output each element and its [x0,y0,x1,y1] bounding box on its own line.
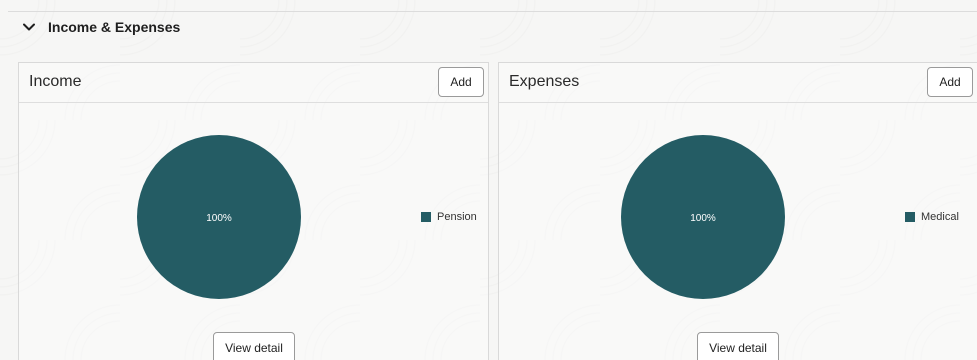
medical-legend-label: Medical [921,211,959,223]
income-view-detail-button[interactable]: View detail [213,332,295,360]
income-expenses-page: Income & Expenses Income Add 100% Pensio… [0,0,977,360]
section-title: Income & Expenses [48,19,181,35]
add-income-button[interactable]: Add [438,67,484,97]
income-legend-item: Pension [421,211,477,223]
income-panel: Income Add 100% Pension View detail [18,62,489,360]
medical-legend-swatch [905,212,915,222]
expenses-view-detail-button[interactable]: View detail [697,332,779,360]
income-pie-chart: 100% [137,135,301,299]
income-expenses-section-toggle[interactable]: Income & Expenses [22,16,180,38]
income-pie-slice-label: 100% [206,213,232,224]
section-divider [8,11,977,12]
income-title: Income [29,73,82,90]
expenses-panel-header: Expenses Add [499,63,977,103]
income-panel-header: Income Add [19,63,488,103]
pension-legend-swatch [421,212,431,222]
expenses-legend-item: Medical [905,211,959,223]
expenses-pie-chart: 100% [621,135,785,299]
pension-legend-label: Pension [437,211,477,223]
expenses-panel: Expenses Add 100% Medical View detail [498,62,977,360]
add-expense-button[interactable]: Add [927,67,973,97]
expenses-pie-slice-label: 100% [690,213,716,224]
expenses-title: Expenses [509,73,580,90]
chevron-down-icon[interactable] [22,20,36,34]
